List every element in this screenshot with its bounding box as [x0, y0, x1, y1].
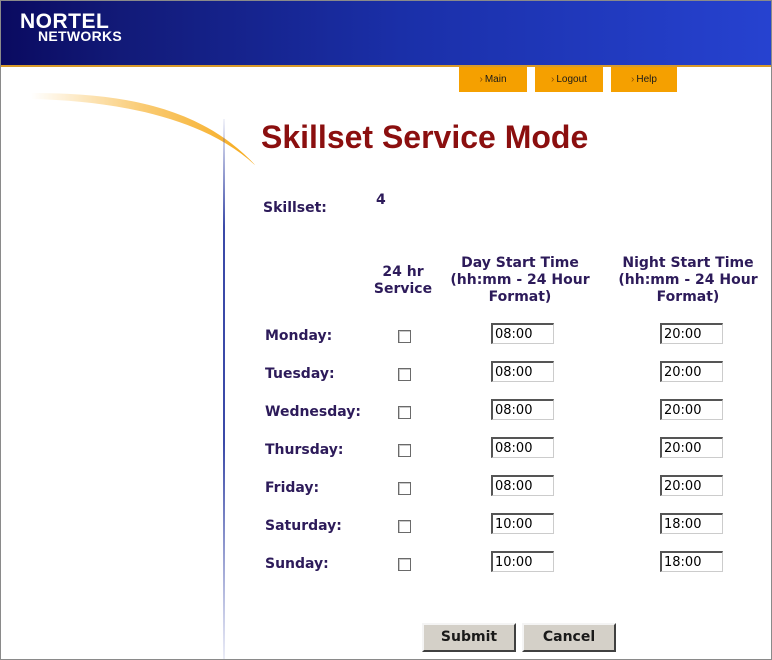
- day-start-input[interactable]: [491, 323, 554, 344]
- skillset-value: 4: [376, 192, 386, 208]
- header-line: Service: [373, 281, 433, 297]
- decorative-swoosh: [31, 93, 256, 166]
- day-start-input[interactable]: [491, 551, 554, 572]
- nav-help-link[interactable]: › Help: [611, 67, 677, 92]
- vertical-divider: [223, 119, 225, 659]
- day-label: Saturday:: [265, 518, 342, 534]
- day-start-input[interactable]: [491, 437, 554, 458]
- bullet-icon: ›: [479, 74, 483, 85]
- nav-help-label: Help: [636, 74, 657, 85]
- day-label: Monday:: [265, 328, 333, 344]
- day-start-input[interactable]: [491, 399, 554, 420]
- header-line: Format): [488, 289, 552, 305]
- day-start-input[interactable]: [491, 475, 554, 496]
- header-banner: NORTEL NETWORKS: [1, 1, 771, 67]
- logo-line-2: NETWORKS: [38, 28, 123, 44]
- 24hr-service-checkbox[interactable]: [398, 444, 411, 457]
- nav-main-link[interactable]: › Main: [459, 67, 527, 92]
- 24hr-service-checkbox[interactable]: [398, 520, 411, 533]
- bullet-icon: ›: [551, 74, 555, 85]
- night-start-input[interactable]: [660, 513, 723, 534]
- header-line: (hh:mm - 24 Hour: [618, 272, 758, 288]
- nav-main-label: Main: [484, 74, 507, 85]
- day-label: Sunday:: [265, 556, 329, 572]
- nav-logout-link[interactable]: › Logout: [535, 67, 603, 92]
- day-start-input[interactable]: [491, 513, 554, 534]
- night-start-input[interactable]: [660, 323, 723, 344]
- day-start-input[interactable]: [491, 361, 554, 382]
- bullet-icon: ›: [631, 74, 635, 85]
- 24hr-service-checkbox[interactable]: [398, 406, 411, 419]
- page-title: Skillset Service Mode: [261, 119, 589, 155]
- day-label: Thursday:: [265, 442, 344, 458]
- header-line: Night Start Time: [622, 255, 754, 271]
- header-line: 24 hr: [382, 264, 424, 280]
- 24hr-service-checkbox[interactable]: [398, 482, 411, 495]
- 24hr-service-checkbox[interactable]: [398, 558, 411, 571]
- night-start-input[interactable]: [660, 475, 723, 496]
- night-start-input[interactable]: [660, 551, 723, 572]
- day-label: Tuesday:: [265, 366, 335, 382]
- nortel-logo: NORTEL NETWORKS: [20, 11, 122, 43]
- day-label: Friday:: [265, 480, 320, 496]
- day-label: Wednesday:: [265, 404, 362, 420]
- 24hr-service-checkbox[interactable]: [398, 368, 411, 381]
- header-line: Format): [656, 289, 720, 305]
- 24hr-service-checkbox[interactable]: [398, 330, 411, 343]
- night-start-input[interactable]: [660, 399, 723, 420]
- cancel-button[interactable]: Cancel: [522, 623, 616, 652]
- nav-logout-label: Logout: [556, 74, 587, 85]
- skillset-label: Skillset:: [263, 200, 327, 216]
- header-line: Day Start Time: [461, 255, 579, 271]
- night-start-input[interactable]: [660, 361, 723, 382]
- night-start-input[interactable]: [660, 437, 723, 458]
- header-line: (hh:mm - 24 Hour: [450, 272, 590, 288]
- column-header-day-start: Day Start Time (hh:mm - 24 Hour Format): [447, 255, 593, 306]
- page-frame: NORTEL NETWORKS › Main › Logout › Help Skil…: [0, 0, 772, 660]
- column-header-night-start: Night Start Time (hh:mm - 24 Hour Format…: [613, 255, 763, 306]
- column-header-24hr: 24 hr Service: [361, 264, 445, 298]
- submit-button[interactable]: Submit: [422, 623, 516, 652]
